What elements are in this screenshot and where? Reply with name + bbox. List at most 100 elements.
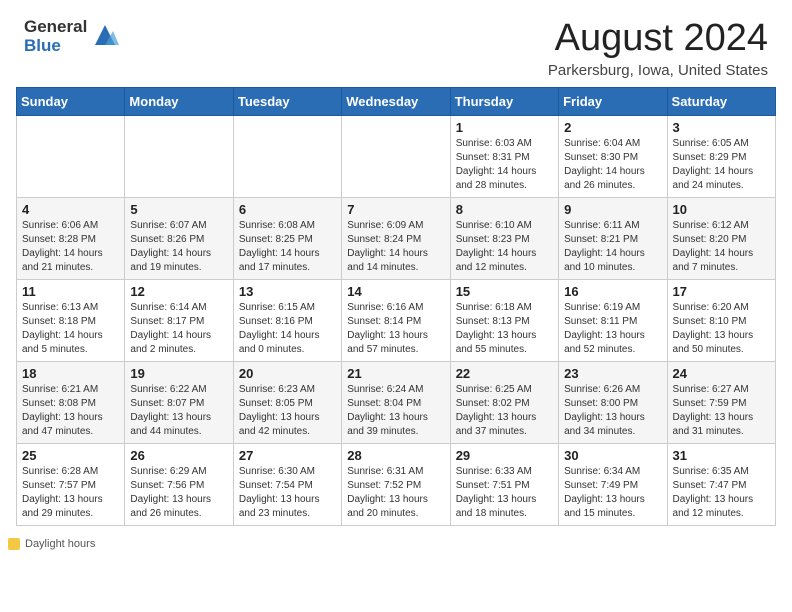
day-info: Sunrise: 6:05 AM Sunset: 8:29 PM Dayligh… bbox=[673, 137, 770, 193]
day-number: 23 bbox=[564, 366, 661, 381]
day-info: Sunrise: 6:15 AM Sunset: 8:16 PM Dayligh… bbox=[239, 301, 336, 357]
cal-header-sunday: Sunday bbox=[17, 87, 125, 115]
day-info: Sunrise: 6:14 AM Sunset: 8:17 PM Dayligh… bbox=[130, 301, 227, 357]
location-text: Parkersburg, Iowa, United States bbox=[548, 62, 768, 79]
day-number: 20 bbox=[239, 366, 336, 381]
calendar-cell: 31 Sunrise: 6:35 AM Sunset: 7:47 PM Dayli… bbox=[667, 443, 775, 525]
day-number: 18 bbox=[22, 366, 119, 381]
day-number: 21 bbox=[347, 366, 444, 381]
day-info: Sunrise: 6:20 AM Sunset: 8:10 PM Dayligh… bbox=[673, 301, 770, 357]
calendar-cell: 24 Sunrise: 6:27 AM Sunset: 7:59 PM Dayli… bbox=[667, 361, 775, 443]
daylight-hours-item: Daylight hours bbox=[8, 538, 95, 550]
calendar-cell bbox=[342, 115, 450, 197]
day-info: Sunrise: 6:12 AM Sunset: 8:20 PM Dayligh… bbox=[673, 219, 770, 275]
logo-general-text: General bbox=[24, 18, 87, 37]
day-info: Sunrise: 6:27 AM Sunset: 7:59 PM Dayligh… bbox=[673, 383, 770, 439]
day-number: 10 bbox=[673, 202, 770, 217]
calendar-cell: 13 Sunrise: 6:15 AM Sunset: 8:16 PM Dayli… bbox=[233, 279, 341, 361]
day-info: Sunrise: 6:10 AM Sunset: 8:23 PM Dayligh… bbox=[456, 219, 553, 275]
day-info: Sunrise: 6:25 AM Sunset: 8:02 PM Dayligh… bbox=[456, 383, 553, 439]
calendar-wrapper: SundayMondayTuesdayWednesdayThursdayFrid… bbox=[0, 87, 792, 534]
calendar-cell: 14 Sunrise: 6:16 AM Sunset: 8:14 PM Dayli… bbox=[342, 279, 450, 361]
cal-header-tuesday: Tuesday bbox=[233, 87, 341, 115]
day-number: 17 bbox=[673, 284, 770, 299]
day-info: Sunrise: 6:08 AM Sunset: 8:25 PM Dayligh… bbox=[239, 219, 336, 275]
calendar-cell: 19 Sunrise: 6:22 AM Sunset: 8:07 PM Dayli… bbox=[125, 361, 233, 443]
calendar-cell: 16Sunrise: 6:19 AM Sunset: 8:11 PM Dayli… bbox=[559, 279, 667, 361]
day-number: 13 bbox=[239, 284, 336, 299]
calendar-cell: 17 Sunrise: 6:20 AM Sunset: 8:10 PM Dayli… bbox=[667, 279, 775, 361]
day-info: Sunrise: 6:26 AM Sunset: 8:00 PM Dayligh… bbox=[564, 383, 661, 439]
day-number: 25 bbox=[22, 448, 119, 463]
day-info: Sunrise: 6:30 AM Sunset: 7:54 PM Dayligh… bbox=[239, 465, 336, 521]
calendar-cell bbox=[125, 115, 233, 197]
calendar-cell: 20 Sunrise: 6:23 AM Sunset: 8:05 PM Dayli… bbox=[233, 361, 341, 443]
day-number: 19 bbox=[130, 366, 227, 381]
day-info: Sunrise: 6:03 AM Sunset: 8:31 PM Dayligh… bbox=[456, 137, 553, 193]
daylight-hours-label: Daylight hours bbox=[25, 538, 95, 550]
calendar-cell bbox=[233, 115, 341, 197]
day-number: 22 bbox=[456, 366, 553, 381]
day-number: 24 bbox=[673, 366, 770, 381]
day-info: Sunrise: 6:16 AM Sunset: 8:14 PM Dayligh… bbox=[347, 301, 444, 357]
day-info: Sunrise: 6:29 AM Sunset: 7:56 PM Dayligh… bbox=[130, 465, 227, 521]
day-info: Sunrise: 6:33 AM Sunset: 7:51 PM Dayligh… bbox=[456, 465, 553, 521]
calendar-cell: 28Sunrise: 6:31 AM Sunset: 7:52 PM Dayli… bbox=[342, 443, 450, 525]
cal-header-monday: Monday bbox=[125, 87, 233, 115]
calendar-cell: 26Sunrise: 6:29 AM Sunset: 7:56 PM Dayli… bbox=[125, 443, 233, 525]
day-number: 2 bbox=[564, 120, 661, 135]
cal-header-wednesday: Wednesday bbox=[342, 87, 450, 115]
day-info: Sunrise: 6:24 AM Sunset: 8:04 PM Dayligh… bbox=[347, 383, 444, 439]
day-number: 28 bbox=[347, 448, 444, 463]
day-info: Sunrise: 6:11 AM Sunset: 8:21 PM Dayligh… bbox=[564, 219, 661, 275]
day-info: Sunrise: 6:22 AM Sunset: 8:07 PM Dayligh… bbox=[130, 383, 227, 439]
day-number: 14 bbox=[347, 284, 444, 299]
day-number: 9 bbox=[564, 202, 661, 217]
day-number: 29 bbox=[456, 448, 553, 463]
day-info: Sunrise: 6:21 AM Sunset: 8:08 PM Dayligh… bbox=[22, 383, 119, 439]
day-number: 27 bbox=[239, 448, 336, 463]
calendar-cell: 11Sunrise: 6:13 AM Sunset: 8:18 PM Dayli… bbox=[17, 279, 125, 361]
calendar-cell: 1 Sunrise: 6:03 AM Sunset: 8:31 PM Daylig… bbox=[450, 115, 558, 197]
calendar-cell bbox=[17, 115, 125, 197]
day-number: 11 bbox=[22, 284, 119, 299]
calendar-week-row: 25Sunrise: 6:28 AM Sunset: 7:57 PM Dayli… bbox=[17, 443, 776, 525]
day-number: 3 bbox=[673, 120, 770, 135]
day-number: 5 bbox=[130, 202, 227, 217]
calendar-cell: 2Sunrise: 6:04 AM Sunset: 8:30 PM Daylig… bbox=[559, 115, 667, 197]
day-number: 4 bbox=[22, 202, 119, 217]
calendar-cell: 7 Sunrise: 6:09 AM Sunset: 8:24 PM Daylig… bbox=[342, 197, 450, 279]
calendar-cell: 15 Sunrise: 6:18 AM Sunset: 8:13 PM Dayli… bbox=[450, 279, 558, 361]
calendar-cell: 22 Sunrise: 6:25 AM Sunset: 8:02 PM Dayli… bbox=[450, 361, 558, 443]
day-number: 15 bbox=[456, 284, 553, 299]
day-info: Sunrise: 6:35 AM Sunset: 7:47 PM Dayligh… bbox=[673, 465, 770, 521]
calendar-cell: 30 Sunrise: 6:34 AM Sunset: 7:49 PM Dayli… bbox=[559, 443, 667, 525]
day-number: 1 bbox=[456, 120, 553, 135]
calendar-week-row: 11Sunrise: 6:13 AM Sunset: 8:18 PM Dayli… bbox=[17, 279, 776, 361]
calendar-cell: 5Sunrise: 6:07 AM Sunset: 8:26 PM Daylig… bbox=[125, 197, 233, 279]
calendar-cell: 10 Sunrise: 6:12 AM Sunset: 8:20 PM Dayli… bbox=[667, 197, 775, 279]
title-area: August 2024 Parkersburg, Iowa, United St… bbox=[548, 18, 768, 79]
calendar-week-row: 1 Sunrise: 6:03 AM Sunset: 8:31 PM Daylig… bbox=[17, 115, 776, 197]
day-number: 30 bbox=[564, 448, 661, 463]
logo-blue-text: Blue bbox=[24, 37, 87, 56]
day-info: Sunrise: 6:34 AM Sunset: 7:49 PM Dayligh… bbox=[564, 465, 661, 521]
day-info: Sunrise: 6:23 AM Sunset: 8:05 PM Dayligh… bbox=[239, 383, 336, 439]
daylight-hours-dot bbox=[8, 538, 20, 550]
calendar-cell: 25Sunrise: 6:28 AM Sunset: 7:57 PM Dayli… bbox=[17, 443, 125, 525]
footer: Daylight hours bbox=[0, 534, 792, 557]
logo: General Blue bbox=[24, 18, 119, 55]
month-year-title: August 2024 bbox=[548, 18, 768, 60]
day-info: Sunrise: 6:09 AM Sunset: 8:24 PM Dayligh… bbox=[347, 219, 444, 275]
day-number: 6 bbox=[239, 202, 336, 217]
page-header: General Blue August 2024 Parkersburg, Io… bbox=[0, 0, 792, 87]
calendar-header-row: SundayMondayTuesdayWednesdayThursdayFrid… bbox=[17, 87, 776, 115]
day-number: 8 bbox=[456, 202, 553, 217]
logo-icon bbox=[91, 21, 119, 49]
day-number: 7 bbox=[347, 202, 444, 217]
day-number: 31 bbox=[673, 448, 770, 463]
calendar-week-row: 4Sunrise: 6:06 AM Sunset: 8:28 PM Daylig… bbox=[17, 197, 776, 279]
day-number: 12 bbox=[130, 284, 227, 299]
day-info: Sunrise: 6:18 AM Sunset: 8:13 PM Dayligh… bbox=[456, 301, 553, 357]
calendar-cell: 4Sunrise: 6:06 AM Sunset: 8:28 PM Daylig… bbox=[17, 197, 125, 279]
